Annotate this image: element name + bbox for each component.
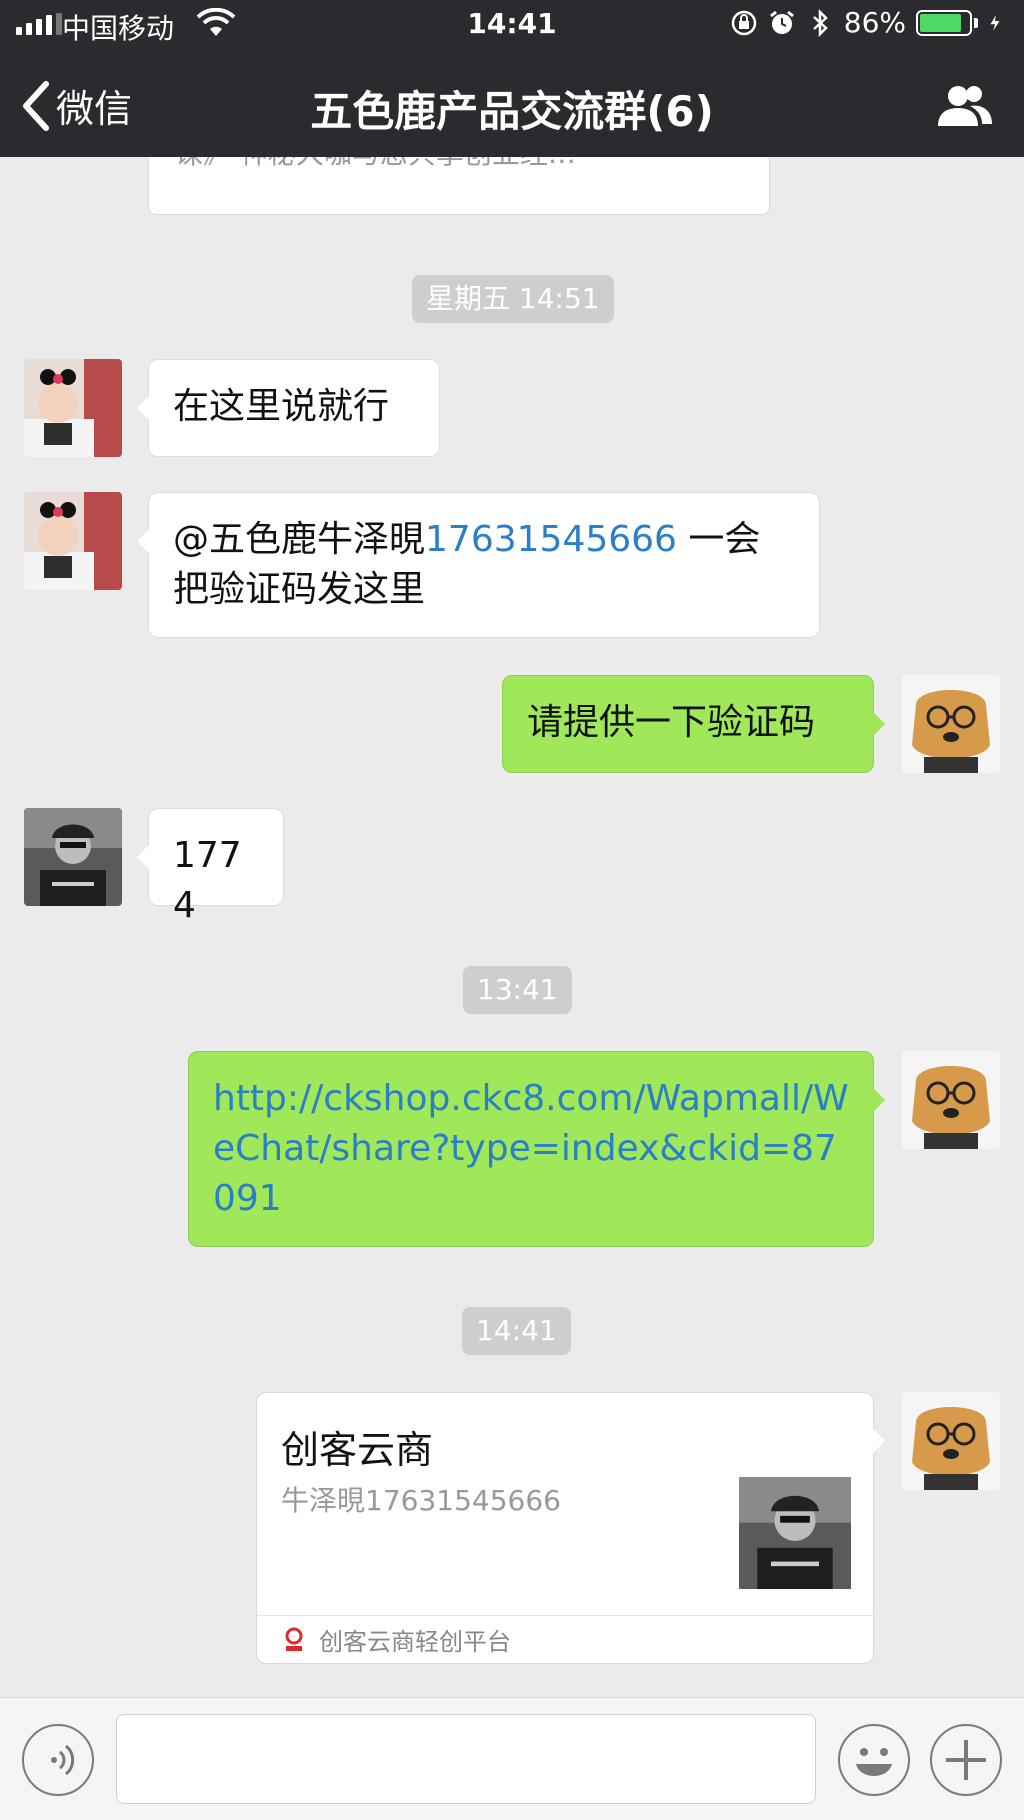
timestamp: 13:41	[463, 966, 572, 1014]
mention-text: @五色鹿牛泽晛	[173, 519, 426, 560]
message-bubble[interactable]: 1774	[137, 808, 284, 926]
status-bar: 中国移动 14:41 86%	[0, 0, 1024, 50]
emoji-button[interactable]	[838, 1724, 910, 1796]
dog-avatar[interactable]	[902, 1392, 1000, 1490]
emoji-icon	[856, 1748, 892, 1776]
share-card-title: 创客云商	[281, 1428, 434, 1472]
message-bubble[interactable]: 请提供一下验证码	[502, 675, 885, 773]
message-bubble[interactable]: 在这里说就行	[137, 359, 440, 457]
group-members-icon[interactable]	[934, 82, 994, 130]
alarm-icon	[769, 10, 794, 34]
previous-share-card[interactable]: 课》 神秘大咖与您共享创业经…	[148, 157, 770, 215]
man-avatar[interactable]	[24, 808, 122, 906]
top-bar: 中国移动 14:41 86% 微信 五色鹿产品交流群(6)	[0, 0, 1024, 157]
voice-icon	[51, 1744, 75, 1776]
voice-button[interactable]	[22, 1724, 94, 1796]
timestamp: 星期五 14:51	[412, 275, 614, 323]
plus-icon	[946, 1740, 986, 1780]
share-card-source: 创客云商轻创平台	[319, 1628, 511, 1656]
dog-avatar-image	[902, 1051, 1000, 1149]
dog-avatar-image	[902, 1392, 1000, 1490]
more-button[interactable]	[930, 1724, 1002, 1796]
battery-icon	[916, 9, 978, 36]
phone-number-link[interactable]: 17631545666	[425, 519, 677, 560]
previous-card-text: 课》 神秘大咖与您共享创业经…	[175, 157, 576, 172]
rotation-lock-icon	[731, 10, 757, 35]
message-list[interactable]: 课》 神秘大咖与您共享创业经… 星期五 14:51 在这里说就行	[0, 157, 1024, 1697]
chat-title: 五色鹿产品交流群(6)	[310, 87, 714, 136]
share-card-thumbnail	[739, 1477, 851, 1589]
baby-avatar-image	[24, 359, 122, 457]
baby-avatar-image	[24, 492, 122, 590]
timestamp: 14:41	[462, 1307, 571, 1355]
share-card[interactable]: 创客云商 牛泽晛17631545666 创客云商轻创平台	[256, 1392, 885, 1664]
message-bubble[interactable]: @五色鹿牛泽晛17631545666 一会把验证码发这里	[137, 492, 820, 638]
navigation-bar: 微信 五色鹿产品交流群(6)	[0, 52, 1024, 157]
dog-avatar-image	[902, 675, 1000, 773]
input-bar	[0, 1697, 1024, 1820]
battery-percent: 86%	[843, 6, 906, 39]
battery-level-fill	[920, 13, 962, 32]
share-card-footer: 创客云商轻创平台	[257, 1615, 873, 1663]
dog-avatar[interactable]	[902, 675, 1000, 773]
message-bubble[interactable]: http://ckshop.ckc8.com/Wapmall/WeChat/sh…	[188, 1051, 885, 1247]
share-card-description: 牛泽晛17631545666	[281, 1484, 561, 1517]
man-avatar-image	[24, 808, 122, 906]
url-link[interactable]: http://ckshop.ckc8.com/Wapmall/WeChat/sh…	[213, 1078, 849, 1219]
status-icons: 86%	[730, 6, 1006, 39]
charging-icon	[990, 14, 1000, 31]
message-input[interactable]	[116, 1714, 816, 1804]
baby-avatar[interactable]	[24, 359, 122, 457]
dog-avatar[interactable]	[902, 1051, 1000, 1149]
wechat-group-chat-screen: 中国移动 14:41 86% 微信 五色鹿产品交流群(6) 星期五 14:51 …	[0, 0, 1024, 1820]
bluetooth-icon	[812, 8, 828, 37]
chuangke-logo-icon	[285, 1627, 303, 1651]
baby-avatar[interactable]	[24, 492, 122, 590]
